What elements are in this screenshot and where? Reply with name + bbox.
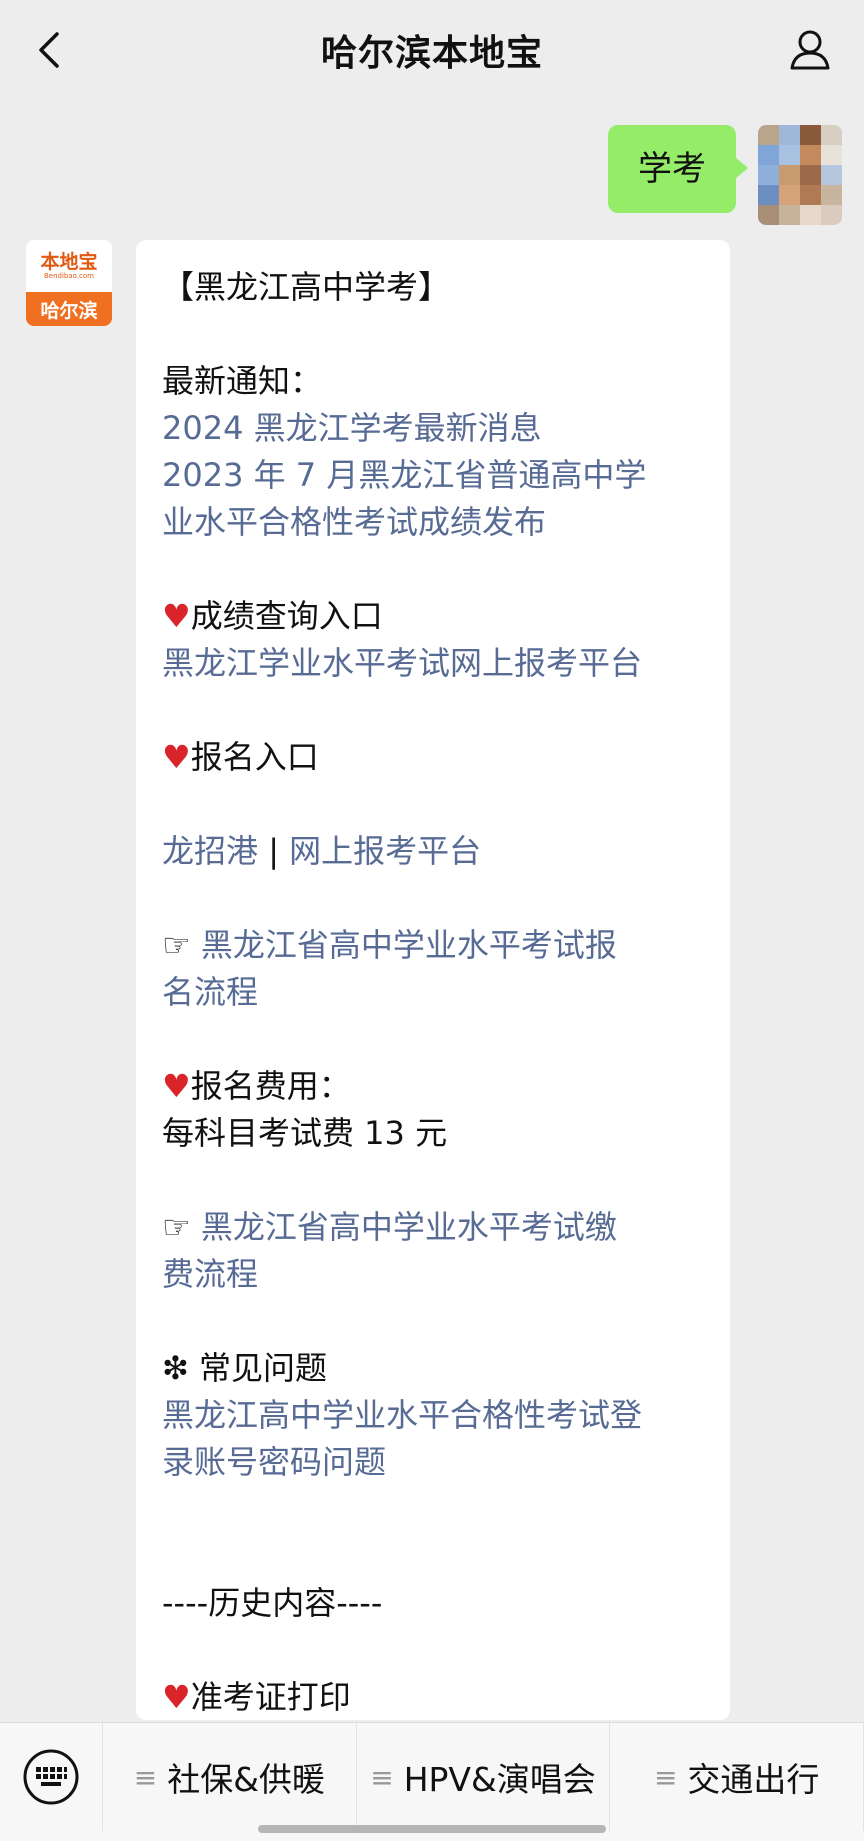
notice-link-2024[interactable]: 2024 黑龙江学考最新消息 [162,405,706,452]
back-button[interactable] [24,26,72,74]
pointing-hand-icon: ☞ [162,1208,191,1246]
registration-process-link[interactable]: ☞ 黑龙江省高中学业水平考试报 名流程 [162,922,706,1016]
online-registration-link[interactable]: 网上报考平台 [289,832,481,870]
menu-lines-icon: ≡ [370,1760,394,1794]
fee-heading: ♥报名费用： [162,1067,351,1105]
history-divider: ----历史内容---- [162,1584,383,1622]
heart-icon: ♥ [162,1678,191,1716]
account-menu-bar: ≡ 社保&供暖 ≡ HPV&演唱会 ≡ 交通出行 [0,1722,864,1841]
menu-social-security[interactable]: ≡ 社保&供暖 [103,1723,357,1831]
link-separator: | [258,832,290,870]
user-avatar[interactable] [758,125,842,225]
register-heading: ♥报名入口 [162,738,319,776]
profile-button[interactable] [786,26,834,74]
outgoing-message: 学考 [608,125,842,225]
faq-login-link[interactable]: 黑龙江高中学业水平合格性考试登 录账号密码问题 [162,1392,706,1486]
heart-icon: ♥ [162,1067,191,1105]
fee-text: 每科目考试费 13 元 [162,1114,448,1152]
heart-icon: ♥ [162,738,191,776]
nav-header: 哈尔滨本地宝 [0,0,864,100]
keyboard-icon [23,1749,79,1805]
chat-title: 哈尔滨本地宝 [320,33,543,74]
heart-icon: ♥ [162,597,191,635]
notice-heading: 最新通知： [162,362,323,400]
incoming-bubble: 【黑龙江高中学考】 最新通知： 2024 黑龙江学考最新消息 2023 年 7 … [136,240,730,1720]
score-query-link[interactable]: 黑龙江学业水平考试网上报考平台 [162,640,706,687]
keyboard-toggle-button[interactable] [0,1723,103,1831]
notice-link-2023-results[interactable]: 2023 年 7 月黑龙江省普通高中学 业水平合格性考试成绩发布 [162,452,706,546]
pointing-hand-icon: ☞ [162,926,191,964]
chevron-left-icon [39,32,59,68]
admission-heading: ♥准考证打印 [162,1678,351,1716]
person-icon [790,30,830,70]
menu-lines-icon: ≡ [653,1760,678,1794]
register-links: 龙招港 | 网上报考平台 [162,828,706,875]
official-account-avatar[interactable]: 本地宝 Bendibao.com 哈尔滨 [26,240,112,326]
menu-transport[interactable]: ≡ 交通出行 [610,1723,864,1831]
sparkle-icon: ❇ [162,1349,189,1387]
outgoing-bubble[interactable]: 学考 [608,125,748,213]
logo: 本地宝 Bendibao.com [40,250,98,280]
faq-heading: ❇ 常见问题 [162,1349,327,1387]
message-title: 【黑龙江高中学考】 [162,268,451,306]
home-indicator[interactable] [258,1825,606,1833]
menu-hpv-concert[interactable]: ≡ HPV&演唱会 [357,1723,611,1831]
payment-process-link[interactable]: ☞ 黑龙江省高中学业水平考试缴 费流程 [162,1204,706,1298]
longzhaogang-link[interactable]: 龙招港 [162,832,258,870]
menu-lines-icon: ≡ [133,1760,158,1794]
score-heading: ♥成绩查询入口 [162,597,383,635]
city-label: 哈尔滨 [26,292,112,326]
